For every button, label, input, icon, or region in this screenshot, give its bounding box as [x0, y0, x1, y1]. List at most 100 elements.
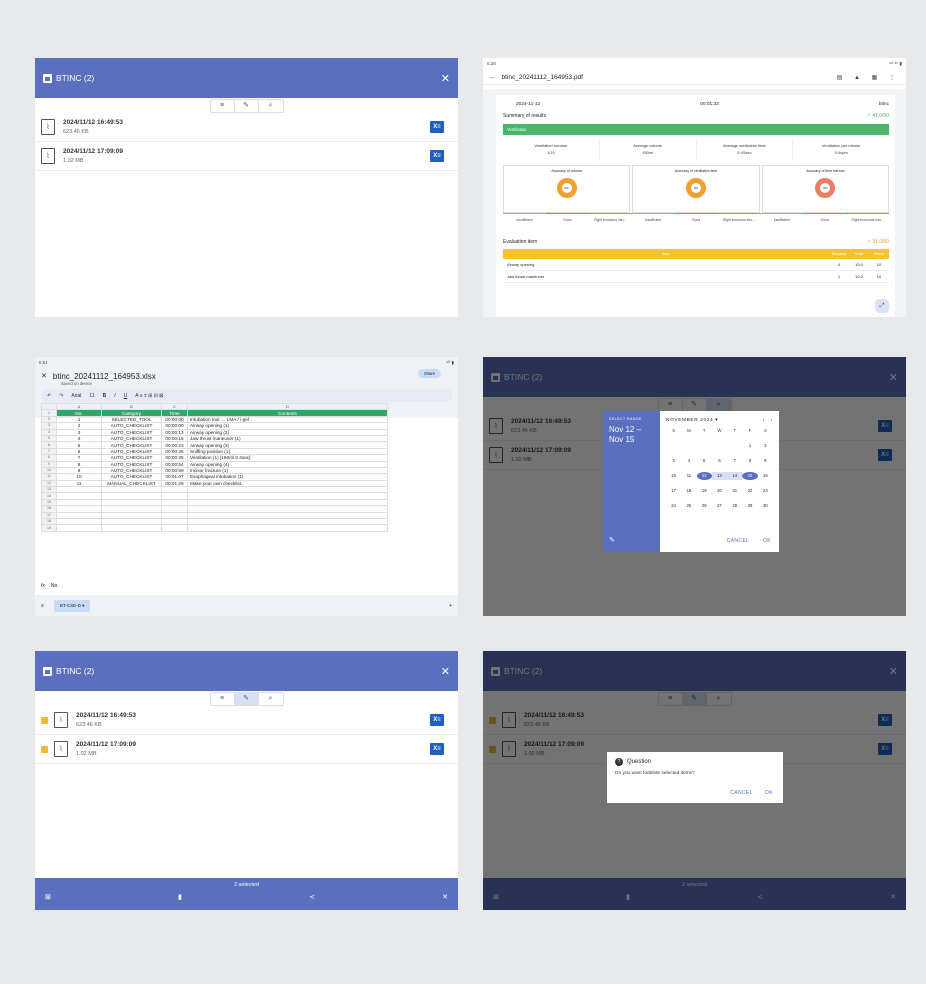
search-icon[interactable]: ⌕ — [259, 100, 283, 112]
calendar-day[interactable]: 10 — [666, 472, 681, 480]
list-item[interactable]: ⌇ 2024/11/12 16:49:53 623.46 KB X≡ — [35, 706, 458, 735]
month-select[interactable]: NOVEMBER 2024 ▾ — [666, 418, 718, 423]
calendar-day[interactable]: 19 — [697, 487, 712, 495]
share-icon[interactable]: ≺ — [309, 893, 315, 901]
edit-icon[interactable]: ✎ — [234, 693, 259, 705]
calendar-day[interactable]: 5 — [697, 457, 712, 465]
excel-icon[interactable]: X≡ — [430, 150, 444, 162]
underline-icon[interactable]: U — [124, 393, 128, 399]
menu-icon[interactable]: ≡ — [41, 603, 44, 609]
calendar-day[interactable]: 18 — [681, 487, 696, 495]
edit-icon[interactable]: ✎ — [235, 100, 259, 112]
list-item[interactable]: ⌇ 2024/11/12 17:09:09 1.02 MB X≡ — [35, 142, 458, 171]
calendar-day[interactable]: 17 — [666, 487, 681, 495]
table-cell[interactable]: 00:00:35 — [161, 454, 188, 462]
calendar-days[interactable]: S M T W T F S 1 2 3 4 5 6 7 8 9 10 11 12 13 14 15 16 17 18 19 20 21… — [666, 427, 773, 510]
calendar-day[interactable]: 12 — [696, 472, 712, 480]
back-arrow-icon[interactable]: ← — [489, 74, 496, 81]
redo-icon[interactable]: ↷ — [59, 393, 63, 399]
sort-icon[interactable]: ≡ — [211, 693, 235, 705]
table-cell[interactable]: 00:00:15 — [161, 434, 188, 443]
table-cell[interactable] — [187, 524, 388, 532]
table-cell[interactable] — [161, 524, 188, 532]
calendar-day[interactable]: 9 — [758, 457, 773, 465]
table-cell[interactable]: 00:00:54 — [161, 460, 188, 468]
delete-icon[interactable]: ▮ — [178, 893, 182, 901]
edit-icon[interactable]: ✎ — [609, 536, 615, 544]
calendar-day[interactable]: 11 — [681, 472, 696, 480]
table-cell[interactable]: 00:01:29 — [161, 479, 188, 488]
table-cell[interactable]: 00:00:13 — [161, 428, 188, 436]
month-nav-icons[interactable]: ‹ › — [763, 418, 773, 423]
accuracy-card: Accuracy of time interval 0% — [761, 165, 889, 213]
evaluation-header: Item Remarks Scale Points — [503, 249, 889, 259]
calendar-day[interactable]: 29 — [742, 502, 757, 510]
table-cell[interactable]: 00:00:26 — [161, 447, 188, 456]
calendar-day[interactable]: 24 — [666, 502, 681, 510]
font-select[interactable]: Arial — [71, 393, 81, 399]
share-button[interactable]: Share — [417, 369, 441, 378]
calendar-day[interactable]: 16 — [758, 472, 773, 480]
calendar-day[interactable]: 1 — [742, 442, 757, 450]
cancel-button[interactable]: CANCEL — [727, 538, 750, 544]
calendar-day[interactable]: 4 — [681, 457, 696, 465]
status-icons: ⁴ᴳ ⁸⁵ ▮ — [889, 61, 902, 66]
calendar-day[interactable]: 7 — [727, 457, 742, 465]
table-cell[interactable]: 00:00:00 — [161, 422, 188, 430]
checkbox[interactable] — [41, 745, 48, 753]
table-cell[interactable]: 00:01:07 — [161, 473, 188, 481]
row-number[interactable]: 19 — [41, 524, 57, 532]
table-cell[interactable]: 00:00:00 — [161, 415, 188, 424]
deselect-icon[interactable]: ⊠ — [45, 893, 51, 901]
sheet-tab[interactable]: BT-CSE-D ▾ — [53, 599, 91, 612]
expand-fab-icon[interactable]: ⤢ — [875, 299, 889, 313]
checkbox[interactable] — [41, 716, 48, 724]
italic-icon[interactable]: I — [114, 393, 115, 399]
calendar-day[interactable]: 6 — [712, 457, 727, 465]
close-icon[interactable]: ✕ — [442, 893, 448, 901]
calendar-day[interactable]: 26 — [697, 502, 712, 510]
ok-button[interactable]: OK — [763, 538, 771, 544]
calendar-day[interactable]: 27 — [712, 502, 727, 510]
calendar-day[interactable]: 25 — [681, 502, 696, 510]
close-icon[interactable]: ✕ — [441, 665, 450, 678]
font-size-select[interactable]: 11 — [89, 393, 94, 399]
pdf-toolbar-icons[interactable]: ▤ ▲ ▦ ⋮ — [837, 74, 900, 81]
calendar-day[interactable]: 23 — [758, 487, 773, 495]
ok-button[interactable]: OK — [765, 790, 773, 796]
excel-icon[interactable]: X≡ — [430, 121, 444, 133]
calendar-day[interactable]: 30 — [758, 502, 773, 510]
calendar-day[interactable]: 3 — [666, 457, 681, 465]
pdf-header: ← btinc_20241112_164953.pdf ▤ ▲ ▦ ⋮ — [483, 70, 906, 85]
format-icons[interactable]: A ≡ ± ⊞ ⊟ ⊠ — [135, 393, 163, 399]
excel-icon[interactable]: X≡ — [430, 714, 444, 726]
formula-bar[interactable]: fx No. — [35, 580, 458, 592]
calendar-day[interactable]: 14 — [727, 472, 743, 480]
table-cell[interactable]: 00:00:59 — [161, 466, 188, 475]
add-sheet-icon[interactable]: + — [449, 603, 452, 609]
undo-icon[interactable]: ↶ — [47, 393, 51, 399]
calendar-day[interactable]: 15 — [742, 472, 758, 480]
calendar-day[interactable]: 22 — [742, 487, 757, 495]
table-cell[interactable]: 00:00:23 — [161, 441, 188, 449]
list-item[interactable]: ⌇ 2024/11/12 16:49:53 623.46 KB X≡ — [35, 113, 458, 142]
calendar-day[interactable]: 8 — [742, 457, 757, 465]
search-icon[interactable]: ⌕ — [259, 693, 283, 705]
table-cell[interactable] — [56, 524, 102, 532]
metric: Average ventilation time 0.4Ssec — [697, 139, 794, 161]
calendar-day[interactable]: 20 — [712, 487, 727, 495]
close-icon[interactable]: ✕ — [441, 72, 450, 85]
sort-icon[interactable]: ≡ — [211, 100, 235, 112]
table-cell[interactable] — [101, 524, 162, 532]
spreadsheet-grid[interactable]: A B C D 1 No. Category Time Contents 2 1 SELECTED_T… — [41, 402, 388, 532]
list-item[interactable]: ⌇ 2024/11/12 17:09:09 1.02 MB X≡ — [35, 735, 458, 764]
calendar-day[interactable]: 13 — [711, 472, 728, 480]
bold-icon[interactable]: B — [103, 393, 107, 399]
calendar-day[interactable]: 21 — [727, 487, 742, 495]
view-toolbar: ≡ ✎ ⌕ — [209, 99, 284, 113]
table-cell[interactable]: MANUAL_CHECKLIST — [101, 479, 162, 488]
calendar-day[interactable]: 2 — [758, 442, 773, 450]
excel-icon[interactable]: X≡ — [430, 743, 444, 755]
calendar-day[interactable]: 28 — [727, 502, 742, 510]
cancel-button[interactable]: CANCEL — [730, 790, 753, 796]
